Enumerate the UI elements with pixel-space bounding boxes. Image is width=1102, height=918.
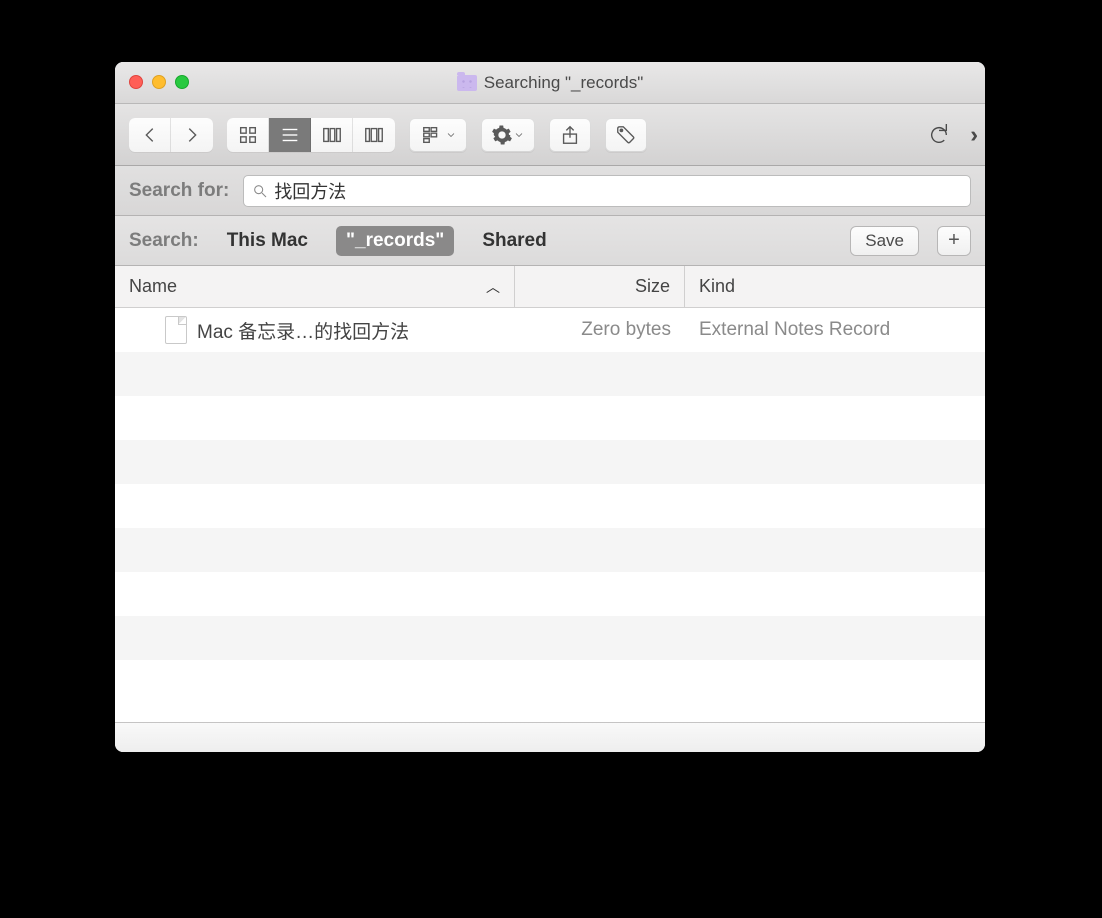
toolbar-overflow-button[interactable]: ›› — [964, 122, 971, 148]
back-button[interactable] — [129, 118, 171, 152]
column-header-name-label: Name — [129, 276, 177, 297]
cell-kind: External Notes Record — [685, 319, 985, 341]
cell-name: Mac 备忘录…的找回方法 — [115, 316, 515, 344]
save-search-button[interactable]: Save — [850, 226, 919, 256]
scope-shared[interactable]: Shared — [472, 226, 556, 256]
table-row — [115, 572, 985, 616]
table-row — [115, 484, 985, 528]
gear-icon — [491, 124, 513, 146]
chevron-left-icon — [139, 124, 161, 146]
column-view-button[interactable] — [311, 118, 353, 152]
icon-view-button[interactable] — [227, 118, 269, 152]
chevron-down-icon — [513, 124, 525, 146]
minimize-window-button[interactable] — [152, 75, 166, 89]
column-header-name[interactable]: Name ︿ — [115, 266, 515, 307]
group-icon — [419, 124, 445, 146]
window-title-area: Searching "_records" — [115, 73, 985, 93]
list-icon — [279, 124, 301, 146]
smart-folder-icon — [457, 75, 477, 91]
scope-this-mac[interactable]: This Mac — [217, 226, 318, 256]
window-controls — [129, 75, 189, 89]
scope-bar: Search: This Mac "_records" Shared Save … — [115, 216, 985, 266]
cell-size: Zero bytes — [515, 319, 685, 341]
document-icon — [165, 316, 187, 344]
scope-records-folder[interactable]: "_records" — [336, 226, 454, 256]
chevron-right-icon — [181, 124, 203, 146]
column-header-size-label: Size — [635, 276, 670, 297]
chevron-down-icon — [445, 124, 457, 146]
search-input[interactable] — [274, 180, 962, 201]
table-row — [115, 616, 985, 660]
table-row — [115, 440, 985, 484]
gallery-view-button[interactable] — [353, 118, 395, 152]
zoom-window-button[interactable] — [175, 75, 189, 89]
double-chevron-right-icon: ›› — [970, 122, 971, 147]
tags-button[interactable] — [605, 118, 647, 152]
grid-icon — [237, 124, 259, 146]
add-criteria-button[interactable]: + — [937, 226, 971, 256]
finder-window: Searching "_records" — [115, 62, 985, 752]
close-window-button[interactable] — [129, 75, 143, 89]
titlebar: Searching "_records" — [115, 62, 985, 104]
window-title: Searching "_records" — [484, 73, 643, 93]
reload-icon — [928, 124, 950, 146]
view-mode-buttons — [227, 118, 395, 152]
gallery-icon — [363, 124, 385, 146]
column-header-kind[interactable]: Kind — [685, 266, 985, 307]
sort-ascending-icon: ︿ — [486, 277, 500, 297]
list-view-button[interactable] — [269, 118, 311, 152]
forward-button[interactable] — [171, 118, 213, 152]
toolbar: ›› — [115, 104, 985, 166]
share-icon — [559, 124, 581, 146]
group-by-button[interactable] — [409, 118, 467, 152]
status-bar — [115, 722, 985, 752]
table-row — [115, 352, 985, 396]
nav-buttons — [129, 118, 213, 152]
reload-button[interactable] — [928, 124, 950, 146]
search-field-wrapper[interactable] — [243, 175, 971, 207]
search-for-label: Search for: — [129, 180, 229, 202]
scope-label: Search: — [129, 230, 199, 252]
column-header-size[interactable]: Size — [515, 266, 685, 307]
results-list[interactable]: Mac 备忘录…的找回方法 Zero bytes External Notes … — [115, 308, 985, 722]
file-name: Mac 备忘录…的找回方法 — [197, 317, 409, 344]
table-row — [115, 396, 985, 440]
action-menu-button[interactable] — [481, 118, 535, 152]
columns-icon — [321, 124, 343, 146]
table-row — [115, 528, 985, 572]
search-icon — [252, 183, 268, 199]
column-header-kind-label: Kind — [699, 276, 735, 297]
column-headers: Name ︿ Size Kind — [115, 266, 985, 308]
table-row[interactable]: Mac 备忘录…的找回方法 Zero bytes External Notes … — [115, 308, 985, 352]
share-button[interactable] — [549, 118, 591, 152]
tag-icon — [615, 124, 637, 146]
search-for-bar: Search for: — [115, 166, 985, 216]
